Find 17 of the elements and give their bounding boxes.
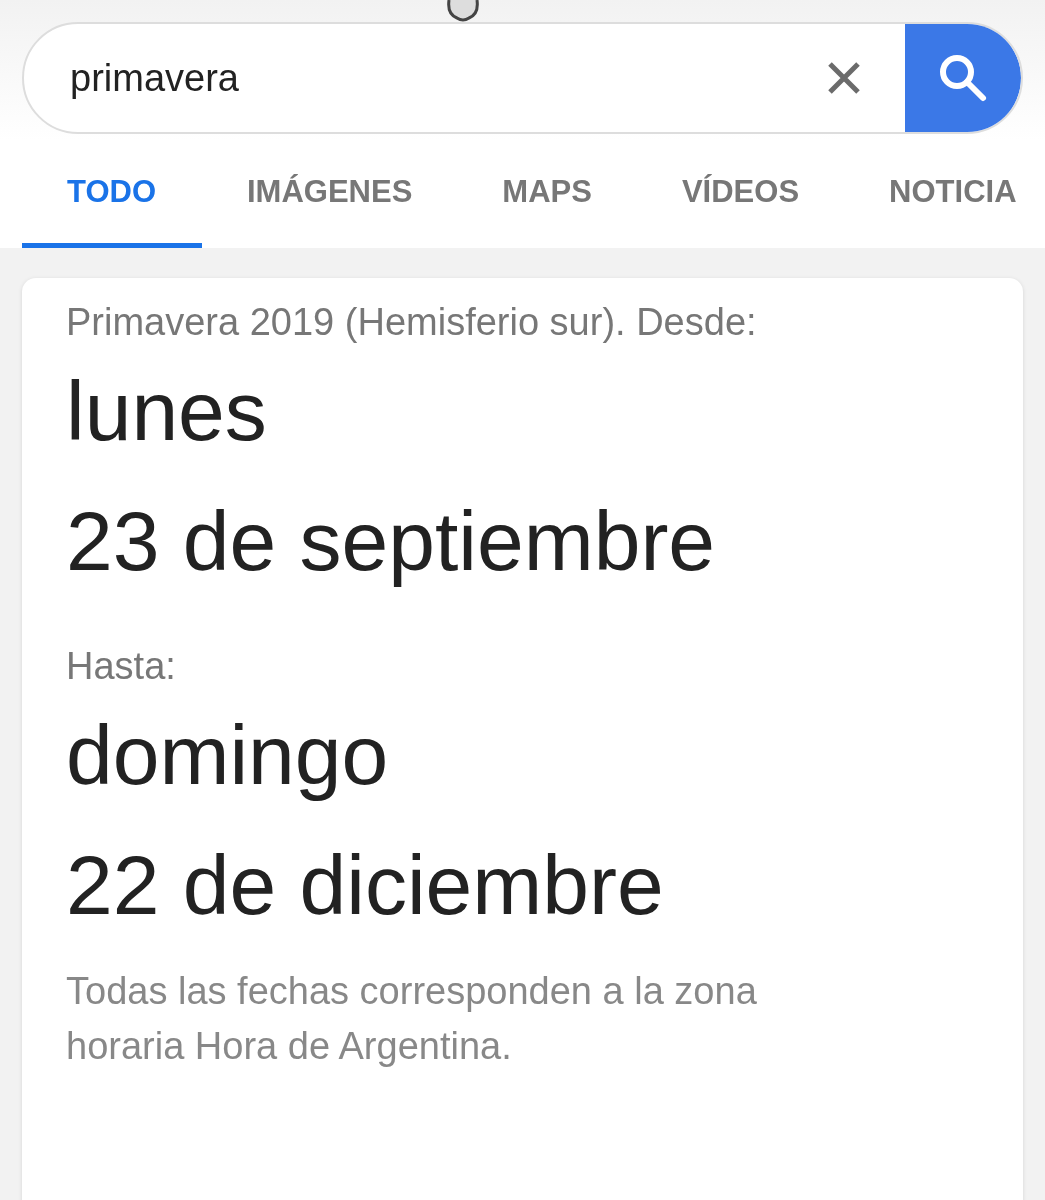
search-bar[interactable]: primavera (22, 22, 1023, 134)
search-button[interactable] (905, 24, 1021, 132)
search-icon (937, 52, 989, 104)
intro-text: Primavera 2019 (Hemisferio sur). Desde: (66, 300, 758, 345)
tab[interactable]: VÍDEOS (636, 144, 845, 248)
tab[interactable]: MAPS (457, 144, 637, 248)
end-date: 22 de diciembre (66, 837, 665, 934)
timezone-note: Todas las fechas corresponden a la zona horaria Hora de Argentina. (66, 969, 758, 1069)
start-day: lunes (66, 346, 979, 476)
tab[interactable]: IMÁGENES (202, 144, 458, 248)
end-day: domingo (66, 690, 979, 820)
until-label: Hasta: (66, 644, 177, 689)
tab[interactable]: NOTICIA (844, 144, 1045, 248)
start-date: 23 de septiembre (66, 493, 717, 590)
search-field[interactable]: primavera (24, 55, 827, 101)
tab[interactable]: TODO (22, 144, 202, 248)
close-icon[interactable] (827, 61, 861, 95)
